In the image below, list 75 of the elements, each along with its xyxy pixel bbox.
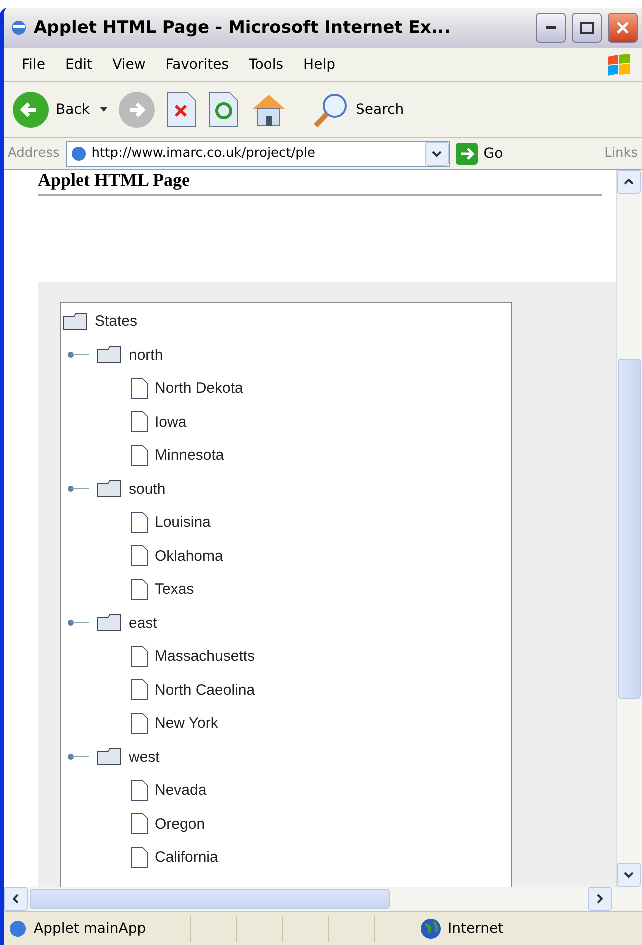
- document-icon: [131, 712, 149, 735]
- scroll-down-button[interactable]: [617, 863, 641, 887]
- document-icon: [131, 813, 149, 836]
- tree-node-label[interactable]: New York: [155, 715, 218, 732]
- folder-icon: [97, 480, 123, 498]
- scrollbar-thumb[interactable]: [30, 889, 390, 909]
- page-heading: Applet HTML Page: [38, 170, 191, 190]
- tree-node-label[interactable]: California: [155, 849, 218, 866]
- folder-icon: [97, 614, 123, 632]
- tree-node-label[interactable]: south: [129, 480, 166, 498]
- globe-icon: [420, 918, 442, 940]
- right-caret-icon: [597, 894, 603, 904]
- window-title: Applet HTML Page - Microsoft Internet Ex...: [34, 18, 452, 38]
- tree-node-label[interactable]: west: [129, 748, 160, 766]
- minimize-button[interactable]: [536, 13, 566, 43]
- up-caret-icon: [624, 179, 634, 185]
- browser-icon: [10, 19, 28, 37]
- tree-node-label[interactable]: Nevada: [155, 782, 207, 800]
- document-icon: [131, 378, 149, 400]
- scroll-right-button[interactable]: [588, 887, 612, 911]
- tree-node-label[interactable]: Oklahoma: [155, 548, 224, 565]
- document-icon: [131, 444, 149, 467]
- scrollbar-thumb[interactable]: [618, 358, 641, 698]
- tree-node-label[interactable]: Oregon: [155, 816, 206, 833]
- flag-logo-icon: [606, 52, 632, 76]
- tree-node-label[interactable]: east: [129, 614, 158, 632]
- status-text: Applet mainApp: [34, 920, 148, 936]
- refresh-icon[interactable]: [208, 90, 240, 128]
- tree-node-label[interactable]: Louisina: [155, 514, 211, 532]
- tree-node-label[interactable]: North Dekota: [155, 380, 244, 398]
- down-caret-icon: [624, 872, 634, 878]
- folder-icon: [63, 312, 89, 331]
- folder-icon: [97, 346, 123, 364]
- dropdown-caret-icon[interactable]: [100, 107, 108, 112]
- menu-item[interactable]: File: [12, 56, 56, 72]
- document-icon: [131, 679, 149, 702]
- tree-node-label[interactable]: north: [129, 346, 164, 364]
- go-button[interactable]: Go: [456, 142, 504, 164]
- document-icon: [131, 780, 149, 802]
- menu-item[interactable]: Tools: [239, 56, 294, 72]
- document-icon: [131, 411, 149, 434]
- document-icon: [131, 578, 149, 601]
- maximize-icon: [580, 22, 594, 34]
- document-icon: [131, 846, 149, 869]
- minimize-icon: [546, 26, 556, 30]
- tree-node-label[interactable]: States: [95, 313, 138, 330]
- menu-item[interactable]: Favorites: [156, 56, 240, 72]
- menu-item[interactable]: Help: [294, 56, 346, 72]
- search-button[interactable]: Search: [312, 90, 404, 128]
- tree-node-label[interactable]: North Caeolina: [155, 682, 256, 699]
- document-icon: [131, 545, 149, 568]
- scroll-up-button[interactable]: [617, 170, 641, 194]
- folder-icon: [97, 748, 123, 766]
- scroll-left-button[interactable]: [4, 887, 28, 911]
- maximize-button[interactable]: [572, 13, 602, 43]
- document-icon: [131, 646, 149, 668]
- address-label: Address: [8, 146, 60, 161]
- tree-node-label[interactable]: Iowa: [155, 414, 187, 431]
- back-button[interactable]: Back: [12, 90, 90, 128]
- menu-item[interactable]: Edit: [55, 56, 103, 72]
- dropdown-button[interactable]: [424, 142, 449, 166]
- tree-node-label[interactable]: Texas: [155, 581, 194, 598]
- page-icon: [8, 918, 28, 938]
- caret-icon: [432, 150, 442, 156]
- page-icon: [70, 144, 88, 162]
- address-field[interactable]: http://www.imarc.co.uk/project/ple: [66, 140, 450, 166]
- left-caret-icon: [13, 894, 19, 904]
- close-icon: [616, 21, 630, 35]
- document-icon: [131, 512, 149, 534]
- close-button[interactable]: [608, 13, 638, 43]
- menu-item[interactable]: View: [102, 56, 156, 72]
- zone-text: Internet: [448, 920, 504, 936]
- stop-icon[interactable]: [166, 90, 198, 128]
- tree-node-label[interactable]: Massachusetts: [155, 648, 256, 666]
- tree-node-label[interactable]: Minnesota: [155, 447, 224, 464]
